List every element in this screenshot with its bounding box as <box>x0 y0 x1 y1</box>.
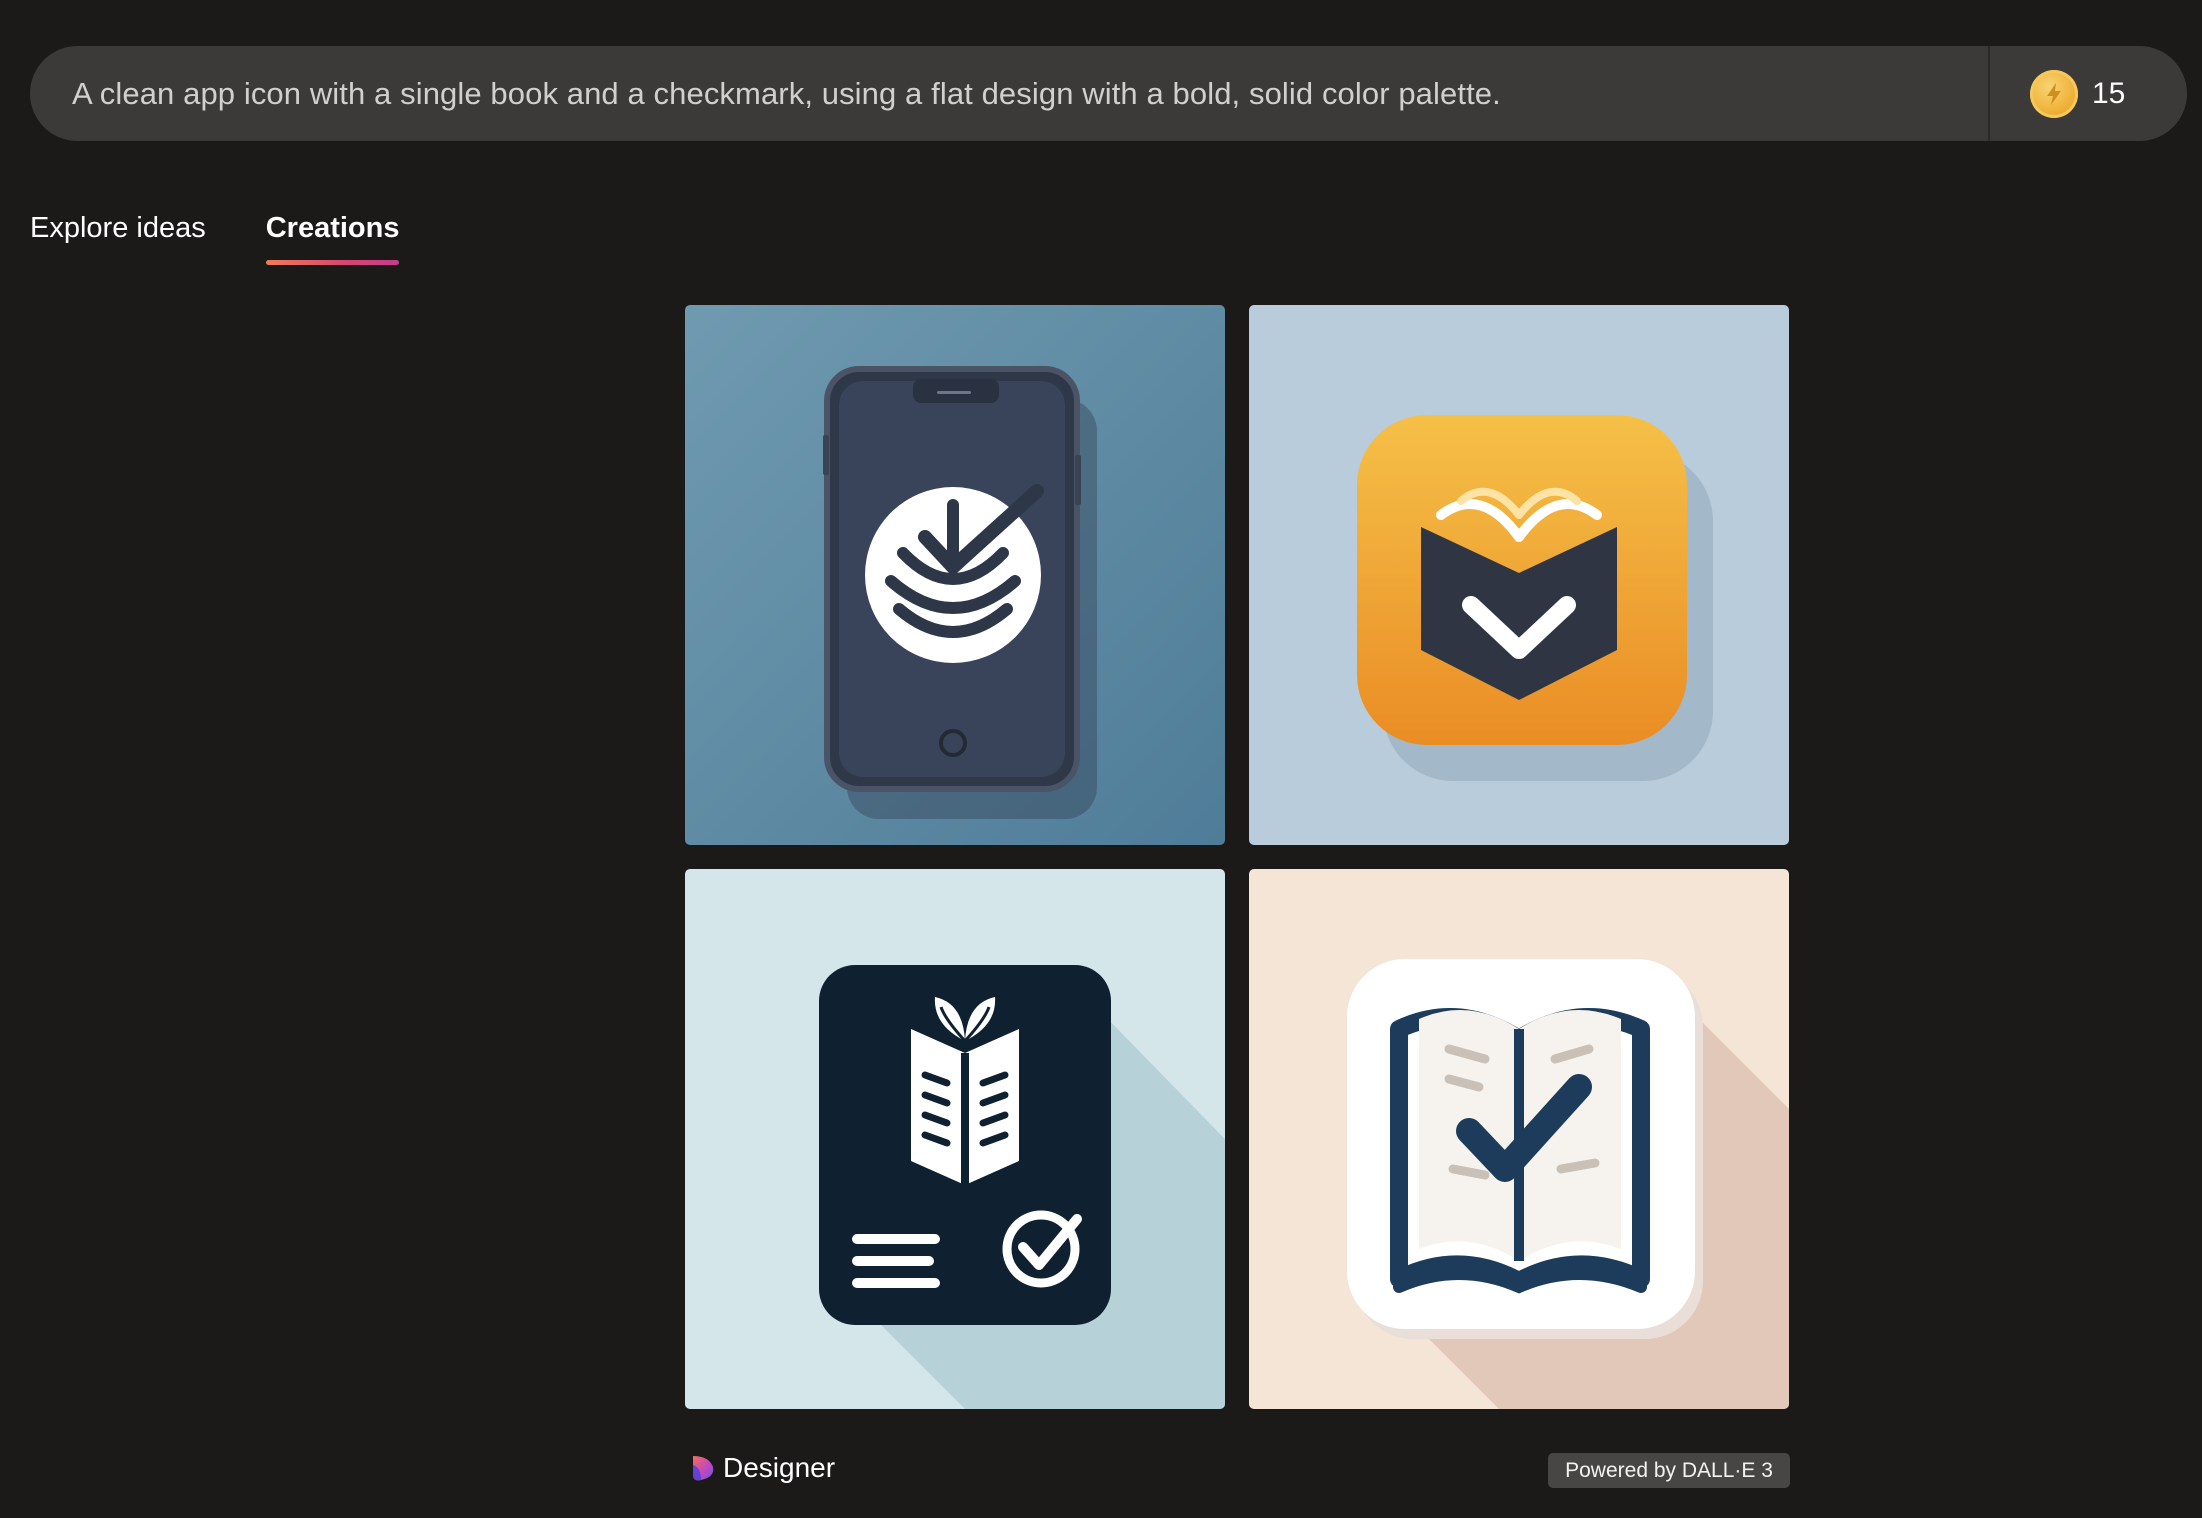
powered-by-badge: Powered by DALL·E 3 <box>1548 1453 1790 1488</box>
orange-book-chevron-image <box>1249 305 1789 845</box>
designer-logo-link[interactable]: Designer <box>689 1452 835 1484</box>
generated-image-1[interactable] <box>685 305 1225 845</box>
generated-image-4[interactable] <box>1249 869 1789 1409</box>
designer-brand-label: Designer <box>723 1452 836 1483</box>
boost-count: 15 <box>2092 76 2126 110</box>
tab-explore-ideas[interactable]: Explore ideas <box>30 212 206 265</box>
open-book-check-image <box>1249 869 1789 1409</box>
dark-book-leaves-check-image <box>685 869 1225 1409</box>
generated-image-3[interactable] <box>685 869 1225 1409</box>
boost-counter[interactable]: 15 <box>1990 46 2187 141</box>
prompt-bar[interactable]: A clean app icon with a single book and … <box>30 46 2187 141</box>
image-grid <box>685 305 1790 1409</box>
designer-logo-icon <box>693 1456 714 1481</box>
tab-bar: Explore ideas Creations <box>30 212 459 265</box>
coin-boost-icon <box>2030 69 2078 118</box>
generated-image-2[interactable] <box>1249 305 1789 845</box>
prompt-input[interactable]: A clean app icon with a single book and … <box>30 76 1988 112</box>
tab-creations[interactable]: Creations <box>265 212 399 265</box>
phone-book-check-image <box>685 305 1225 845</box>
